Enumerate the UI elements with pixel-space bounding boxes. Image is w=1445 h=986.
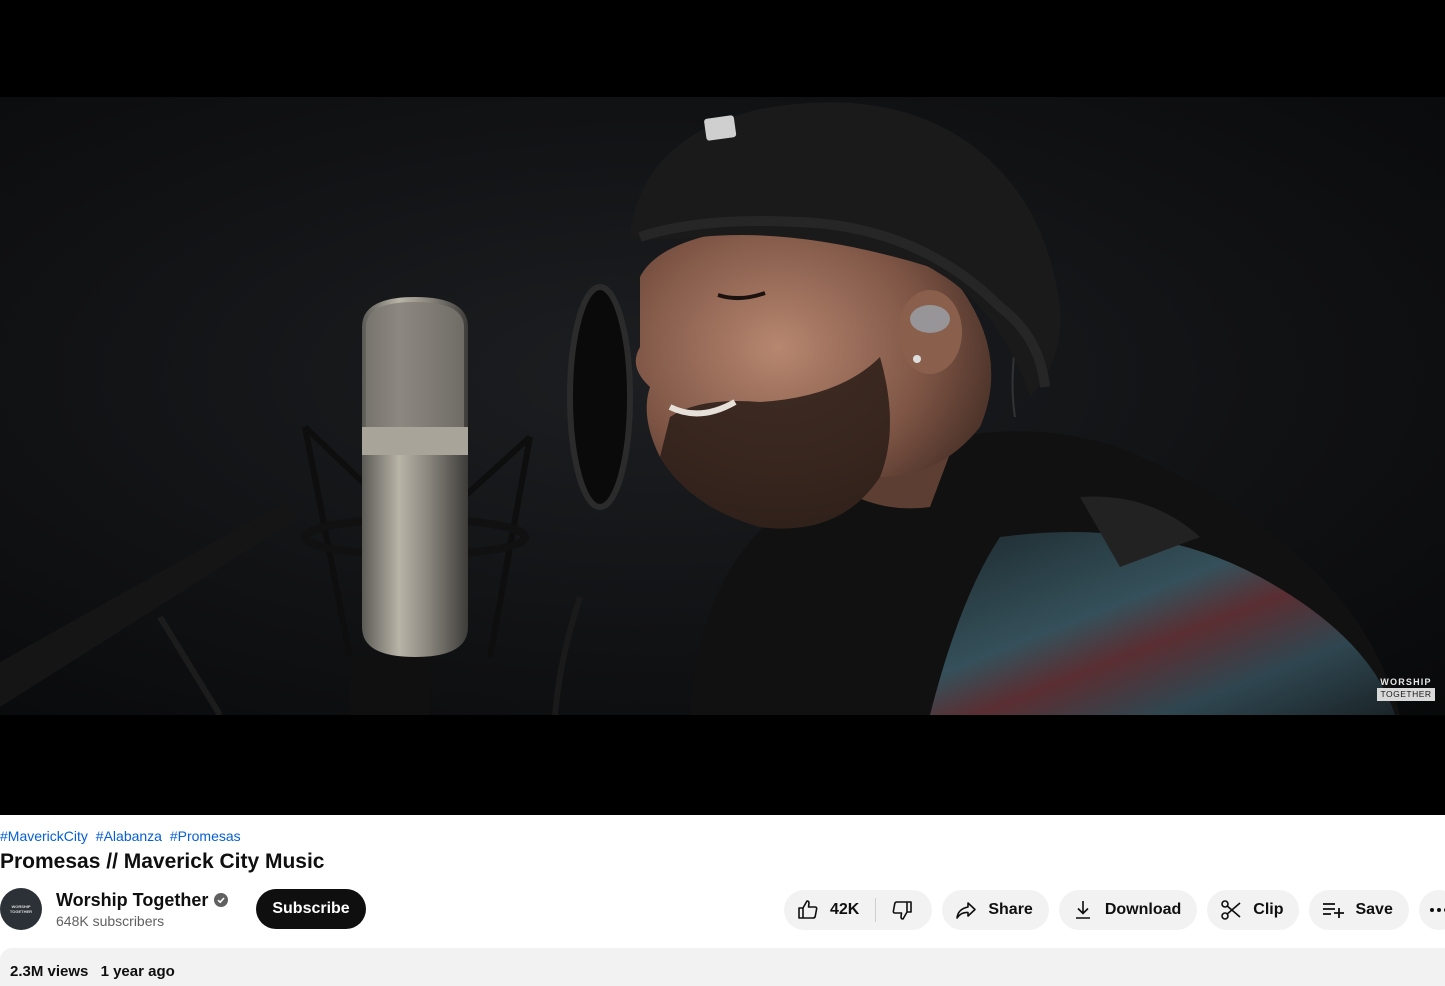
channel-owner-row: WORSHIP TOGETHER Worship Together 648K s…	[0, 886, 366, 932]
view-count: 2.3M views	[10, 963, 89, 980]
like-icon	[798, 900, 818, 919]
description-stats: 2.3M views 1 year ago	[10, 963, 175, 980]
save-label: Save	[1355, 901, 1393, 918]
hashtag-link[interactable]: #MaverickCity	[0, 828, 88, 844]
download-label: Download	[1104, 901, 1182, 918]
like-dislike-group: 42K	[784, 890, 933, 930]
description-box[interactable]: 2.3M views 1 year ago	[0, 948, 1445, 986]
channel-name-link[interactable]: Worship Together	[56, 890, 208, 911]
video-player[interactable]: WORSHIP TOGETHER	[0, 0, 1445, 815]
share-icon	[956, 902, 977, 919]
hashtag-link[interactable]: #Promesas	[170, 828, 241, 844]
download-button[interactable]: Download	[1058, 890, 1198, 930]
share-label: Share	[988, 901, 1033, 918]
more-icon	[1429, 908, 1445, 912]
like-count: 42K	[830, 901, 860, 918]
more-actions-button[interactable]	[1418, 890, 1445, 930]
subscriber-count: 648K subscribers	[56, 912, 165, 929]
video-title: Promesas // Maverick City Music	[0, 850, 325, 873]
channel-watermark[interactable]: WORSHIP TOGETHER	[1377, 676, 1435, 701]
watermark-bottom-text: TOGETHER	[1377, 688, 1435, 701]
save-button[interactable]: Save	[1309, 890, 1409, 930]
clip-button[interactable]: Clip	[1207, 890, 1300, 930]
verified-icon	[214, 893, 229, 907]
like-button[interactable]: 42K	[784, 890, 875, 930]
channel-avatar[interactable]: WORSHIP TOGETHER	[0, 888, 42, 930]
clip-icon	[1221, 900, 1241, 920]
avatar-logo-text: WORSHIP TOGETHER	[9, 904, 33, 914]
clip-label: Clip	[1253, 901, 1284, 918]
video-actions: 42K Share Download Clip Save	[784, 890, 1445, 930]
download-icon	[1075, 901, 1090, 919]
dislike-button[interactable]	[876, 890, 932, 930]
subscribe-button[interactable]: Subscribe	[256, 889, 366, 929]
share-button[interactable]: Share	[942, 890, 1049, 930]
hashtag-list: #MaverickCity #Alabanza #Promesas	[0, 828, 245, 844]
channel-info: Worship Together 648K subscribers	[56, 890, 229, 929]
video-still-image	[0, 102, 1400, 715]
video-frame[interactable]: WORSHIP TOGETHER	[0, 97, 1445, 715]
upload-age: 1 year ago	[100, 963, 175, 980]
watermark-top-text: WORSHIP	[1380, 677, 1432, 687]
save-icon	[1323, 903, 1345, 918]
dislike-icon	[892, 901, 913, 920]
hashtag-link[interactable]: #Alabanza	[96, 828, 162, 844]
channel-name-row: Worship Together	[56, 890, 229, 911]
